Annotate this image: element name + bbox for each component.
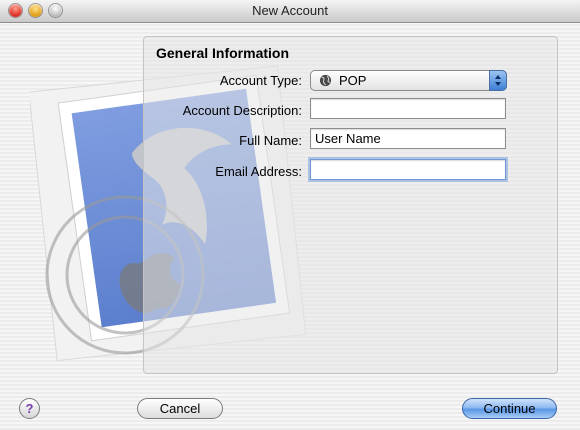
account-description-label: Account Description:	[182, 103, 302, 118]
continue-button[interactable]: Continue	[462, 398, 557, 419]
full-name-field[interactable]	[310, 128, 506, 149]
title-bar[interactable]: New Account	[0, 0, 580, 23]
cancel-button[interactable]: Cancel	[137, 398, 223, 419]
email-address-label: Email Address:	[215, 164, 302, 179]
email-address-field[interactable]	[310, 159, 506, 180]
account-type-popup[interactable]: POP	[310, 70, 507, 91]
full-name-label: Full Name:	[239, 133, 302, 148]
new-account-window: New Account General Information Account …	[0, 0, 580, 430]
popup-arrows-icon[interactable]	[489, 70, 507, 91]
window-title: New Account	[252, 3, 328, 18]
globe-icon	[319, 74, 332, 87]
account-type-label: Account Type:	[219, 73, 302, 88]
account-description-field[interactable]	[310, 98, 506, 119]
section-title: General Information	[156, 45, 290, 61]
account-type-value: POP	[339, 73, 367, 88]
help-button[interactable]: ?	[19, 398, 40, 419]
